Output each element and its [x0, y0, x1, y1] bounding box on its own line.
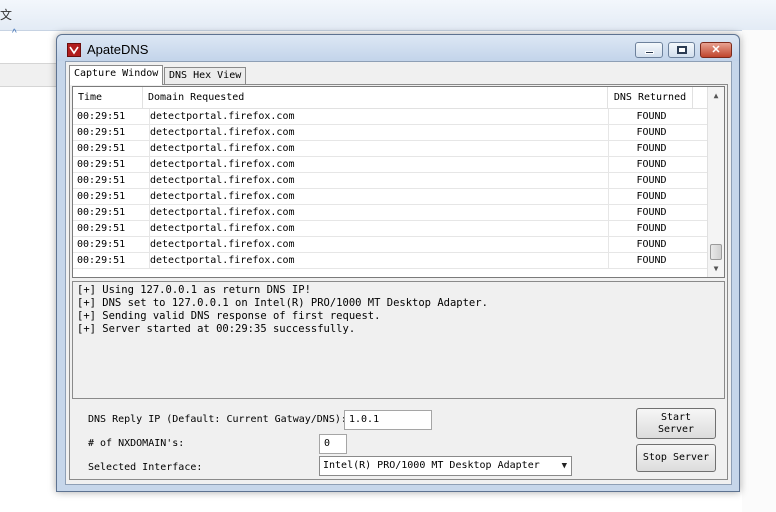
selected-interface-label: Selected Interface:	[88, 462, 203, 473]
dns-returned-cell: FOUND	[608, 253, 694, 268]
desktop-background	[742, 30, 776, 512]
table-row[interactable]: 00:29:51 detectportal.firefox.com FOUND	[73, 205, 709, 221]
table-row[interactable]: 00:29:51 detectportal.firefox.com FOUND	[73, 221, 709, 237]
dns-returned-cell: FOUND	[608, 157, 694, 172]
interface-select[interactable]: Intel(R) PRO/1000 MT Desktop Adapter ▼	[319, 456, 572, 476]
dns-returned-cell: FOUND	[608, 109, 694, 124]
chevron-down-icon: ▼	[561, 461, 567, 471]
start-button-line2: Server	[657, 424, 695, 435]
start-button-line1: Start	[660, 412, 692, 423]
time-cell: 00:29:51	[77, 207, 126, 218]
window-title: ApateDNS	[87, 42, 149, 57]
domain-cell: detectportal.firefox.com	[149, 205, 605, 220]
time-cell: 00:29:51	[77, 127, 126, 138]
dns-returned-cell: FOUND	[608, 125, 694, 140]
domain-cell: detectportal.firefox.com	[149, 173, 605, 188]
time-cell: 00:29:51	[77, 159, 126, 170]
table-row[interactable]: 00:29:51 detectportal.firefox.com FOUND	[73, 109, 709, 125]
interface-select-value: Intel(R) PRO/1000 MT Desktop Adapter	[323, 460, 540, 471]
tab-dns-hex-view[interactable]: DNS Hex View	[164, 67, 247, 85]
time-cell: 00:29:51	[77, 239, 126, 250]
time-cell: 00:29:51	[77, 111, 126, 122]
table-row[interactable]: 00:29:51 detectportal.firefox.com FOUND	[73, 125, 709, 141]
title-bar[interactable]: ApateDNS ✕	[57, 35, 739, 61]
domain-cell: detectportal.firefox.com	[149, 189, 605, 204]
minimize-icon	[645, 51, 654, 54]
domain-cell: detectportal.firefox.com	[149, 237, 605, 252]
table-row[interactable]: 00:29:51 detectportal.firefox.com FOUND	[73, 189, 709, 205]
time-cell: 00:29:51	[77, 143, 126, 154]
scroll-thumb[interactable]	[710, 244, 722, 260]
column-header-time[interactable]: Time	[73, 87, 143, 108]
nxdomain-field[interactable]: 0	[319, 434, 347, 454]
dns-returned-cell: FOUND	[608, 205, 694, 220]
app-icon	[67, 43, 81, 57]
collapse-chevron-icon[interactable]: ^	[12, 28, 17, 39]
list-rows: 00:29:51 detectportal.firefox.com FOUND 00…	[73, 109, 709, 269]
log-line: [+] DNS set to 127.0.0.1 on Intel(R) PRO…	[77, 297, 488, 309]
tab-capture-window[interactable]: Capture Window	[69, 65, 164, 85]
table-row[interactable]: 00:29:51 detectportal.firefox.com FOUND	[73, 237, 709, 253]
capture-panel: Time Domain Requested DNS Returned 00:29…	[69, 84, 728, 480]
dns-returned-cell: FOUND	[608, 189, 694, 204]
stop-server-button[interactable]: Stop Server	[636, 444, 716, 472]
table-row[interactable]: 00:29:51 detectportal.firefox.com FOUND	[73, 141, 709, 157]
domain-cell: detectportal.firefox.com	[149, 253, 605, 268]
apatedns-window: ApateDNS ✕ Capture Window DNS Hex View T…	[56, 34, 740, 492]
log-line: [+] Using 127.0.0.1 as return DNS IP!	[77, 284, 311, 296]
list-scrollbar[interactable]: ▲ ▼	[707, 87, 724, 277]
explorer-toolbar: 文	[0, 0, 776, 31]
maximize-button[interactable]	[668, 42, 695, 58]
language-glyph: 文	[0, 8, 13, 22]
time-cell: 00:29:51	[77, 191, 126, 202]
column-header-dns-returned[interactable]: DNS Returned	[608, 87, 693, 108]
nxdomain-label: # of NXDOMAIN's:	[88, 438, 185, 449]
dns-returned-cell: FOUND	[608, 221, 694, 236]
dns-returned-cell: FOUND	[608, 173, 694, 188]
list-header: Time Domain Requested DNS Returned	[73, 87, 709, 109]
domain-cell: detectportal.firefox.com	[149, 109, 605, 124]
domain-cell: detectportal.firefox.com	[149, 125, 605, 140]
column-header-domain[interactable]: Domain Requested	[143, 87, 608, 108]
start-server-button[interactable]: Start Server	[636, 408, 716, 439]
domain-cell: detectportal.firefox.com	[149, 221, 605, 236]
close-icon: ✕	[711, 44, 721, 56]
log-line: [+] Server started at 00:29:35 successfu…	[77, 323, 356, 335]
explorer-strip	[0, 63, 58, 87]
scroll-up-icon[interactable]: ▲	[708, 88, 724, 104]
time-cell: 00:29:51	[77, 223, 126, 234]
time-cell: 00:29:51	[77, 175, 126, 186]
log-line: [+] Sending valid DNS response of first …	[77, 310, 381, 322]
dns-reply-ip-field[interactable]: 1.0.1	[344, 410, 432, 430]
status-log[interactable]: [+] Using 127.0.0.1 as return DNS IP! [+…	[72, 281, 725, 399]
scroll-down-icon[interactable]: ▼	[708, 261, 724, 277]
minimize-button[interactable]	[635, 42, 663, 58]
table-row[interactable]: 00:29:51 detectportal.firefox.com FOUND	[73, 253, 709, 269]
domain-cell: detectportal.firefox.com	[149, 141, 605, 156]
close-button[interactable]: ✕	[700, 42, 732, 58]
table-row[interactable]: 00:29:51 detectportal.firefox.com FOUND	[73, 173, 709, 189]
time-cell: 00:29:51	[77, 255, 126, 266]
dns-returned-cell: FOUND	[608, 237, 694, 252]
dns-request-list[interactable]: Time Domain Requested DNS Returned 00:29…	[72, 86, 725, 278]
domain-cell: detectportal.firefox.com	[149, 157, 605, 172]
window-client: Capture Window DNS Hex View Time Domain …	[65, 61, 732, 485]
dns-returned-cell: FOUND	[608, 141, 694, 156]
maximize-icon	[677, 46, 687, 54]
dns-reply-ip-label: DNS Reply IP (Default: Current Gatway/DN…	[88, 414, 347, 425]
table-row[interactable]: 00:29:51 detectportal.firefox.com FOUND	[73, 157, 709, 173]
